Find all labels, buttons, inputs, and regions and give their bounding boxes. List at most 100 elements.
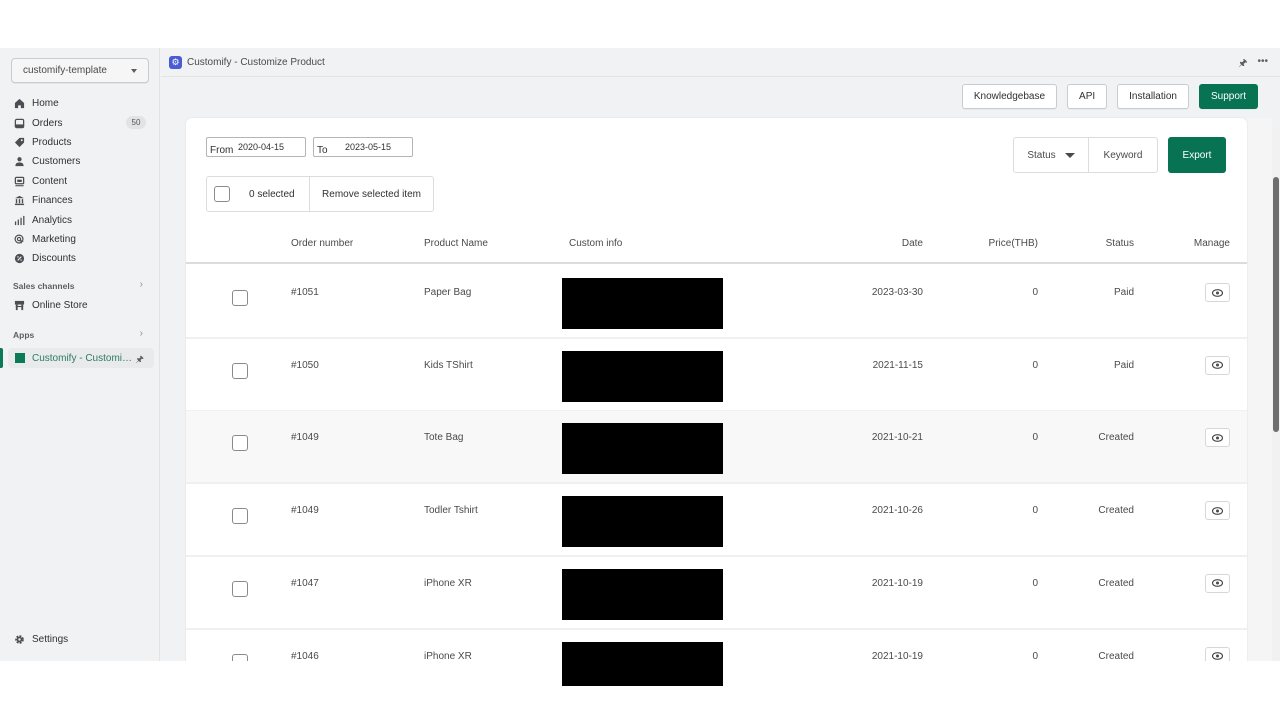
- sidebar-item-online-store[interactable]: Online Store: [0, 296, 160, 315]
- more-icon[interactable]: •••: [1257, 56, 1268, 73]
- product-name: Todler Tshirt: [424, 505, 478, 517]
- order-status: Created: [1098, 650, 1134, 662]
- apps-heading: Apps: [13, 330, 35, 340]
- sidebar-item-orders[interactable]: Orders 50: [0, 113, 160, 132]
- sidebar-item-customers[interactable]: Customers: [0, 152, 160, 171]
- table-row[interactable]: #1047 iPhone XR 2021-10-19 0 Created: [186, 557, 1247, 630]
- header-custom-info: Custom info: [569, 238, 623, 249]
- orders-card: From 2020-04-15 To 2023-05-15 0 selected…: [186, 118, 1247, 661]
- order-status: Paid: [1113, 287, 1134, 298]
- installation-button[interactable]: Installation: [1117, 84, 1189, 109]
- sidebar-item-home[interactable]: Home: [0, 94, 160, 113]
- app-square-icon: [15, 353, 25, 363]
- order-price: 0: [1032, 287, 1038, 298]
- order-number[interactable]: #1050: [291, 360, 319, 371]
- redacted-custom-info: [562, 278, 723, 329]
- order-price: 0: [1032, 650, 1038, 662]
- scrollbar-thumb[interactable]: [1273, 177, 1279, 432]
- sidebar-item-content[interactable]: Content: [0, 172, 160, 191]
- status-filter-label: Status: [1027, 149, 1056, 161]
- view-order-button[interactable]: [1205, 283, 1230, 302]
- remove-selected-button[interactable]: Remove selected item: [310, 177, 433, 211]
- from-date-field[interactable]: From 2020-04-15: [206, 137, 306, 157]
- table-row[interactable]: #1051 Paper Bag 2023-03-30 0 Paid: [186, 266, 1247, 339]
- sidebar-item-marketing[interactable]: Marketing: [0, 230, 160, 249]
- view-order-button[interactable]: [1205, 428, 1230, 448]
- header-manage: Manage: [1193, 238, 1230, 249]
- order-number[interactable]: #1049: [291, 432, 319, 443]
- sidebar-item-label: Content: [32, 175, 68, 187]
- person-icon: [14, 156, 25, 167]
- header-status: Status: [1105, 238, 1134, 249]
- header-price: Price(THB): [988, 238, 1038, 249]
- view-order-button[interactable]: [1205, 573, 1230, 593]
- table-row[interactable]: #1050 Kids TShirt 2021-11-15 0 Paid: [186, 339, 1247, 412]
- keyword-filter[interactable]: Keyword: [1089, 138, 1157, 172]
- active-indicator: [0, 348, 3, 368]
- chevron-right-icon[interactable]: ›: [140, 328, 143, 339]
- content-icon: [14, 176, 25, 187]
- sidebar-item-discounts[interactable]: Discounts: [0, 249, 160, 268]
- support-button[interactable]: Support: [1198, 84, 1258, 109]
- pin-icon[interactable]: 🖈: [1238, 56, 1247, 73]
- settings-nav: Settings: [0, 630, 160, 649]
- order-number[interactable]: #1047: [291, 578, 319, 589]
- table-row[interactable]: #1049 Tote Bag 2021-10-21 0 Created: [186, 411, 1247, 485]
- product-name: Paper Bag: [424, 287, 472, 298]
- table-row[interactable]: #1046 iPhone XR 2021-10-19 0 Created: [186, 630, 1247, 662]
- order-number[interactable]: #1049: [291, 505, 319, 516]
- order-number[interactable]: #1046: [291, 651, 319, 662]
- header-product-name: Product Name: [424, 238, 488, 249]
- select-all-checkbox[interactable]: [214, 186, 230, 202]
- sidebar-item-products[interactable]: Products: [0, 133, 160, 152]
- sidebar-item-settings[interactable]: Settings: [0, 630, 160, 649]
- product-name: Kids TShirt: [424, 359, 473, 371]
- sidebar-item-label: Analytics: [32, 214, 73, 226]
- row-checkbox[interactable]: [232, 362, 248, 379]
- order-date: 2021-11-15: [872, 359, 923, 371]
- from-date-value: 2020-04-15: [238, 142, 285, 152]
- tag-icon: [14, 137, 25, 148]
- chevron-right-icon[interactable]: ›: [140, 279, 143, 290]
- view-order-button[interactable]: [1205, 355, 1230, 375]
- row-checkbox[interactable]: [232, 508, 248, 525]
- order-number[interactable]: #1051: [291, 287, 319, 298]
- sidebar-item-label: Orders: [32, 117, 63, 129]
- order-status: Created: [1098, 432, 1134, 444]
- row-checkbox[interactable]: [232, 435, 248, 452]
- gear-icon: [14, 634, 25, 645]
- order-status: Paid: [1113, 359, 1134, 371]
- order-price: 0: [1032, 432, 1038, 444]
- status-filter-dropdown[interactable]: Status: [1014, 138, 1089, 172]
- sidebar-item-label: Online Store: [32, 300, 88, 312]
- store-name: customify-template: [23, 65, 107, 76]
- redacted-custom-info: [562, 423, 723, 475]
- row-checkbox[interactable]: [232, 653, 248, 661]
- sales-channels-heading: Sales channels: [13, 281, 75, 291]
- view-order-button[interactable]: [1205, 501, 1230, 521]
- bulk-actions: 0 selected Remove selected item: [206, 176, 434, 212]
- order-date: 2021-10-19: [871, 577, 923, 589]
- eye-icon: [1212, 652, 1223, 660]
- order-date: 2021-10-26: [871, 505, 923, 517]
- eye-icon: [1212, 361, 1223, 370]
- store-selector[interactable]: customify-template: [11, 58, 149, 83]
- table-header: Order number Product Name Custom info Da…: [186, 225, 1247, 264]
- order-date: 2021-10-21: [871, 432, 923, 444]
- sidebar-item-finances[interactable]: Finances: [0, 191, 160, 210]
- sidebar-item-analytics[interactable]: Analytics: [0, 210, 160, 229]
- row-checkbox[interactable]: [232, 290, 248, 306]
- to-date-field[interactable]: To 2023-05-15: [313, 137, 413, 157]
- knowledgebase-button[interactable]: Knowledgebase: [961, 84, 1058, 109]
- product-name: Tote Bag: [424, 432, 464, 444]
- row-checkbox[interactable]: [232, 580, 248, 597]
- sidebar-item-customify[interactable]: Customify - Customi… 🖈: [8, 348, 154, 368]
- pin-icon[interactable]: 🖈: [136, 352, 144, 368]
- bar-chart-icon: [14, 215, 25, 226]
- eye-icon: [1212, 506, 1223, 515]
- table-row[interactable]: #1049 Todler Tshirt 2021-10-26 0 Created: [186, 484, 1247, 558]
- export-button[interactable]: Export: [1168, 137, 1226, 173]
- redacted-custom-info: [562, 496, 723, 548]
- view-order-button[interactable]: [1205, 646, 1230, 661]
- api-button[interactable]: API: [1067, 84, 1108, 109]
